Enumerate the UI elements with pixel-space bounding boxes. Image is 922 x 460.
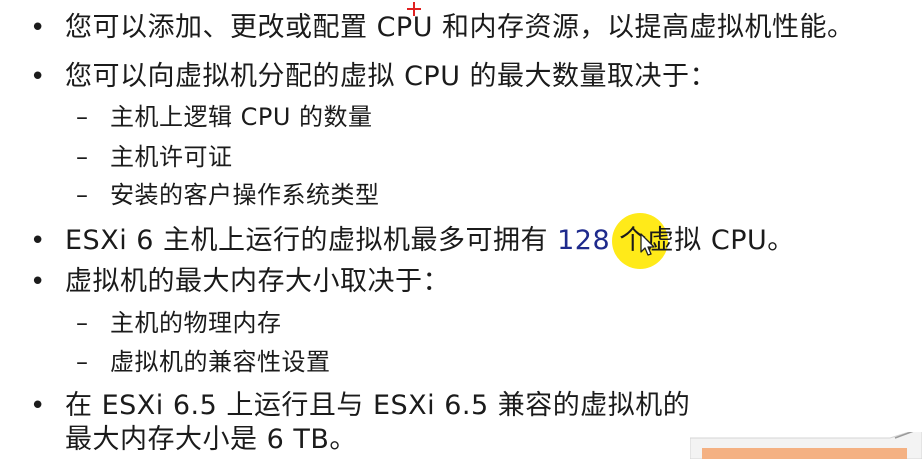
dash-marker: – [76,103,88,131]
sub-bullet-text: 主机上逻辑 CPU 的数量 [110,103,373,131]
bullet-text: ESXi 6 主机上运行的虚拟机最多可拥有 128 个虚拟 CPU。 [65,221,795,261]
bullet-marker: • [30,62,46,92]
dash-marker: – [76,348,88,376]
bullet-text-post: 个虚拟 CPU。 [610,225,795,256]
bullet-text: 您可以添加、更改或配置 CPU 和内存资源，以提高虚拟机性能。 [65,12,855,43]
corner-accent-graphic [690,432,922,459]
sub-bullet-text: 主机的物理内存 [110,309,282,337]
highlighted-number: 128 [557,225,611,256]
bullet-marker: • [30,391,46,421]
sub-bullet-text: 安装的客户操作系统类型 [110,181,380,209]
plus-marker-icon [407,2,421,16]
dash-marker: – [76,143,88,171]
bullet-marker: • [30,267,46,297]
bullet-text-pre: ESXi 6 主机上运行的虚拟机最多可拥有 [65,225,558,256]
dash-marker: – [76,181,88,209]
presentation-slide: • 您可以添加、更改或配置 CPU 和内存资源，以提高虚拟机性能。 • 您可以向… [0,0,922,459]
sub-bullet-text: 主机许可证 [110,143,233,171]
mouse-pointer-icon [640,233,655,256]
bullet-text-continued: 最大内存大小是 6 TB。 [65,424,357,455]
bullet-marker: • [30,13,46,43]
bullet-marker: • [30,226,46,256]
dash-marker: – [76,309,88,337]
sub-bullet-text: 虚拟机的兼容性设置 [110,348,331,376]
bullet-text: 虚拟机的最大内存大小取决于： [65,266,450,297]
bullet-text: 您可以向虚拟机分配的虚拟 CPU 的最大数量取决于： [65,61,718,92]
